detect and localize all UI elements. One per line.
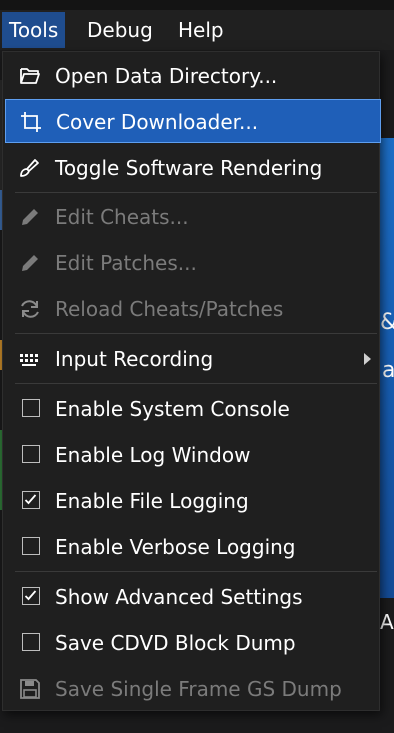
pencil-icon (19, 206, 41, 228)
brush-icon (19, 157, 41, 179)
menu-item-label: Show Advanced Settings (55, 585, 303, 609)
checkmark-icon (24, 590, 37, 601)
menu-item-cover-downloader[interactable]: Cover Downloader... (5, 99, 381, 143)
menu-item-input-recording[interactable]: Input Recording (5, 337, 381, 381)
menu-separator (15, 333, 377, 334)
menu-item-save-single-frame-gs-dump: Save Single Frame GS Dump (5, 667, 381, 711)
checkbox[interactable] (22, 399, 40, 417)
folder-open-icon (19, 65, 41, 87)
checkbox[interactable] (22, 445, 40, 463)
tools-dropdown-menu: Open Data Directory... Cover Downloader.… (2, 51, 381, 711)
bg-text: & (380, 310, 394, 335)
menu-item-label: Save CDVD Block Dump (55, 631, 296, 655)
menu-debug[interactable]: Debug (80, 12, 160, 48)
keyboard-icon (19, 348, 41, 370)
menu-item-label: Input Recording (55, 347, 214, 371)
menu-item-label: Open Data Directory... (55, 64, 278, 88)
menu-bar: Tools Debug Help (0, 0, 394, 50)
menu-item-toggle-software-rendering[interactable]: Toggle Software Rendering (5, 146, 381, 190)
menu-help[interactable]: Help (171, 12, 231, 48)
checkbox-checked[interactable] (22, 491, 40, 509)
submenu-arrow-icon (364, 353, 371, 365)
menu-item-edit-cheats: Edit Cheats... (5, 195, 381, 239)
menu-item-enable-system-console[interactable]: Enable System Console (5, 387, 381, 431)
menu-item-show-advanced-settings[interactable]: Show Advanced Settings (5, 575, 381, 619)
menu-separator (15, 571, 377, 572)
menu-item-enable-verbose-logging[interactable]: Enable Verbose Logging (5, 525, 381, 569)
menu-item-open-data-directory[interactable]: Open Data Directory... (5, 54, 381, 98)
menu-item-label: Enable Log Window (55, 443, 251, 467)
menu-separator (15, 383, 377, 384)
menu-item-save-cdvd-block-dump[interactable]: Save CDVD Block Dump (5, 621, 381, 665)
menu-item-label: Cover Downloader... (56, 110, 259, 134)
menu-item-label: Save Single Frame GS Dump (55, 677, 342, 701)
bg-text: a (382, 358, 394, 383)
checkmark-icon (24, 494, 37, 505)
checkbox[interactable] (22, 537, 40, 555)
checkbox-checked[interactable] (22, 587, 40, 605)
crop-icon (20, 111, 42, 133)
menu-item-edit-patches: Edit Patches... (5, 241, 381, 285)
bg-text: A (380, 610, 394, 634)
refresh-icon (19, 298, 41, 320)
menu-item-label: Toggle Software Rendering (55, 156, 323, 180)
menu-item-label: Edit Cheats... (55, 205, 189, 229)
pencil-icon (19, 252, 41, 274)
menu-item-label: Enable File Logging (55, 489, 249, 513)
menu-item-label: Enable Verbose Logging (55, 535, 296, 559)
title-bar-strip (0, 0, 394, 10)
menu-item-label: Edit Patches... (55, 251, 197, 275)
save-icon (19, 678, 41, 700)
menu-item-label: Enable System Console (55, 397, 290, 421)
menu-separator (15, 192, 377, 193)
menu-tools[interactable]: Tools (2, 12, 66, 48)
menu-item-label: Reload Cheats/Patches (55, 297, 284, 321)
menu-item-enable-log-window[interactable]: Enable Log Window (5, 433, 381, 477)
checkbox[interactable] (22, 633, 40, 651)
menu-item-reload-cheats-patches: Reload Cheats/Patches (5, 287, 381, 331)
menu-item-enable-file-logging[interactable]: Enable File Logging (5, 479, 381, 523)
